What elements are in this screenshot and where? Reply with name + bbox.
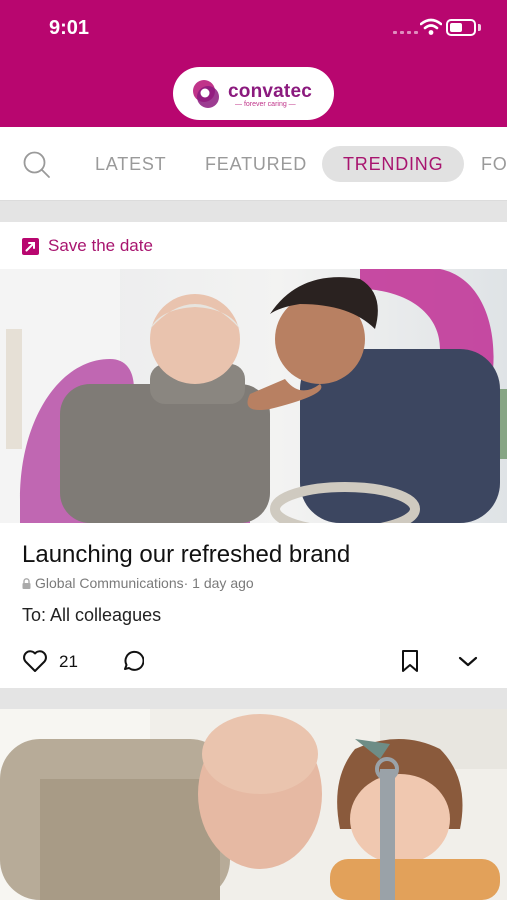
comment-icon[interactable] — [120, 649, 144, 673]
feed-tabs: LATEST FEATURED TRENDING FO — [0, 127, 507, 201]
battery-tip — [478, 24, 481, 31]
battery-icon — [446, 19, 476, 36]
post-meta: Global Communications · 1 day ago — [22, 575, 254, 591]
post-category[interactable]: Save the date — [22, 236, 153, 256]
post-source[interactable]: Global Communications — [35, 575, 184, 591]
like-count: 21 — [59, 652, 78, 671]
external-link-icon — [22, 237, 39, 255]
post-time: · 1 day ago — [183, 575, 254, 591]
bookmark-icon[interactable] — [400, 649, 420, 673]
tab-partial[interactable]: FO — [481, 154, 507, 175]
brand-logo[interactable]: convatec — forever caring — — [173, 67, 334, 120]
post-actions: 21 — [22, 649, 485, 673]
chevron-down-icon[interactable] — [457, 649, 479, 673]
tab-trending[interactable]: TRENDING — [322, 146, 465, 182]
post-card[interactable]: Save the date Launching our refreshed br… — [0, 222, 507, 688]
brand-tagline: — forever caring — — [235, 101, 296, 108]
search-icon[interactable] — [22, 150, 52, 180]
post-hero-image[interactable] — [0, 269, 507, 523]
wifi-icon — [420, 18, 442, 35]
app-header: 9:01 convatec — forever caring — — [0, 0, 507, 127]
tab-featured[interactable]: FEATURED — [205, 154, 307, 175]
post-hero-image[interactable] — [0, 709, 507, 900]
post-category-label: Save the date — [48, 236, 153, 255]
brand-name: convatec — [228, 81, 312, 102]
lock-icon — [22, 577, 31, 589]
tab-latest[interactable]: LATEST — [95, 154, 166, 175]
post-title[interactable]: Launching our refreshed brand — [22, 541, 350, 569]
heart-icon[interactable] — [22, 649, 48, 673]
status-time: 9:01 — [49, 17, 90, 39]
post-audience: To: All colleagues — [22, 605, 162, 625]
convatec-logo-icon — [193, 80, 219, 108]
cellular-signal-icon — [393, 31, 418, 34]
post-card[interactable] — [0, 709, 507, 900]
